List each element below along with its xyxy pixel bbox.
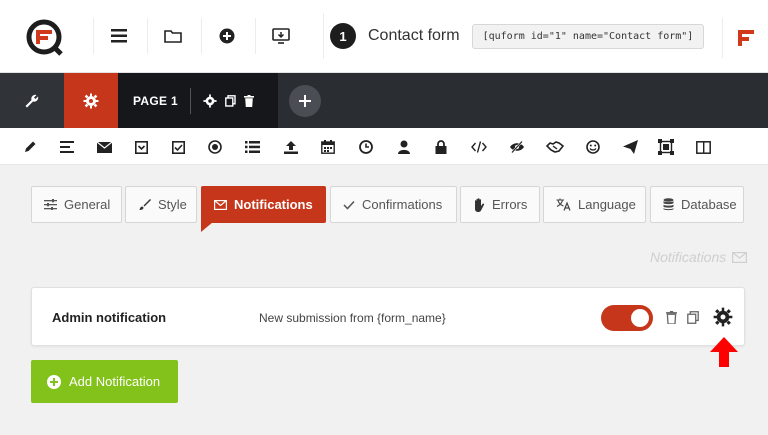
preview-icon — [271, 28, 290, 44]
calendar-icon[interactable] — [318, 137, 338, 157]
settings-button[interactable] — [0, 73, 64, 128]
list-icon[interactable] — [242, 137, 262, 157]
menu-button[interactable] — [93, 18, 143, 54]
paragraph-icon[interactable] — [57, 137, 77, 157]
add-page-button[interactable] — [289, 85, 321, 117]
sliders-icon — [44, 199, 57, 210]
notification-toggle[interactable] — [601, 305, 653, 331]
brand-f-icon — [737, 30, 754, 46]
preview-button[interactable] — [255, 18, 305, 54]
tab-style[interactable]: Style — [125, 186, 197, 223]
gear-icon — [83, 93, 99, 108]
database-icon — [663, 198, 674, 211]
notification-settings-button[interactable] — [712, 306, 734, 328]
wrench-icon — [25, 94, 39, 107]
columns-icon[interactable] — [693, 137, 713, 157]
hidden-eye-icon[interactable] — [507, 137, 527, 157]
builder-bar: PAGE 1 — [0, 73, 768, 128]
form-shortcode[interactable]: [quform id="1" name="Contact form"] — [471, 23, 705, 49]
notification-subject: New submission from {form_name} — [259, 311, 446, 325]
trash-icon[interactable] — [243, 94, 254, 107]
folder-icon — [163, 30, 182, 43]
select-icon[interactable] — [131, 137, 151, 157]
handshake-icon[interactable] — [545, 137, 565, 157]
tab-language[interactable]: Language — [543, 186, 646, 223]
user-icon[interactable] — [394, 137, 414, 157]
notification-row[interactable]: Admin notification New submission from {… — [31, 287, 745, 346]
tab-confirmations[interactable]: Confirmations — [330, 186, 457, 223]
section-title: Notifications — [650, 249, 748, 265]
brush-icon — [138, 198, 151, 211]
delete-notification-button[interactable] — [661, 307, 681, 327]
open-form-button[interactable] — [147, 18, 197, 54]
pencil-icon[interactable] — [20, 137, 40, 157]
radio-icon[interactable] — [205, 137, 225, 157]
upload-icon[interactable] — [281, 137, 301, 157]
menu-icon — [110, 29, 127, 43]
active-tab-pointer — [201, 222, 213, 232]
add-notification-button[interactable]: Add Notification — [31, 360, 178, 403]
tab-database[interactable]: Database — [650, 186, 744, 223]
captcha-icon[interactable] — [656, 137, 676, 157]
notification-name[interactable]: Admin notification — [52, 310, 166, 325]
clock-icon[interactable] — [356, 137, 376, 157]
envelope-icon — [732, 251, 748, 263]
quform-logo-icon[interactable] — [10, 10, 80, 66]
check-icon — [343, 200, 355, 210]
tab-label: Notifications — [234, 197, 313, 212]
add-form-button[interactable] — [201, 18, 251, 54]
form-identity: 1 Contact form [quform id="1" name="Cont… — [323, 13, 705, 59]
page-label: PAGE 1 — [133, 93, 178, 108]
copy-icon — [687, 310, 699, 324]
trash-icon — [665, 310, 677, 324]
form-number: 1 — [330, 23, 356, 49]
tab-label: General — [64, 197, 111, 212]
section-title-text: Notifications — [650, 249, 727, 265]
page-tab[interactable]: PAGE 1 — [118, 73, 278, 128]
envelope-icon — [214, 199, 227, 210]
tab-label: Errors — [492, 197, 528, 212]
tab-general[interactable]: General — [31, 186, 122, 223]
tab-label: Confirmations — [362, 197, 443, 212]
toggle-knob — [631, 309, 649, 327]
send-icon[interactable] — [620, 137, 640, 157]
gear-icon — [713, 307, 733, 327]
tab-notifications[interactable]: Notifications — [201, 186, 326, 223]
add-circle-icon — [219, 28, 234, 44]
form-name[interactable]: Contact form — [368, 27, 460, 45]
lock-icon[interactable] — [431, 137, 451, 157]
tab-label: Language — [578, 197, 636, 212]
code-icon[interactable] — [469, 137, 489, 157]
smiley-icon[interactable] — [583, 137, 603, 157]
translate-icon — [556, 198, 571, 211]
envelope-icon[interactable] — [94, 137, 114, 157]
checkbox-icon[interactable] — [168, 137, 188, 157]
add-notification-label: Add Notification — [69, 374, 161, 389]
tab-label: Style — [158, 197, 187, 212]
duplicate-notification-button[interactable] — [683, 307, 703, 327]
element-toolbar — [0, 128, 768, 165]
form-settings-button[interactable] — [64, 73, 118, 128]
gear-icon[interactable] — [203, 93, 217, 108]
page-actions — [203, 93, 254, 108]
hand-icon — [473, 197, 485, 212]
plus-icon — [299, 95, 311, 107]
top-bar: 1 Contact form [quform id="1" name="Cont… — [0, 0, 768, 73]
plus-circle-icon — [47, 374, 61, 389]
tab-errors[interactable]: Errors — [460, 186, 540, 223]
divider — [189, 87, 191, 114]
copy-icon[interactable] — [225, 94, 236, 107]
tab-label: Database — [681, 197, 737, 212]
red-arrow-icon — [710, 337, 738, 367]
brand-button[interactable] — [722, 18, 768, 58]
